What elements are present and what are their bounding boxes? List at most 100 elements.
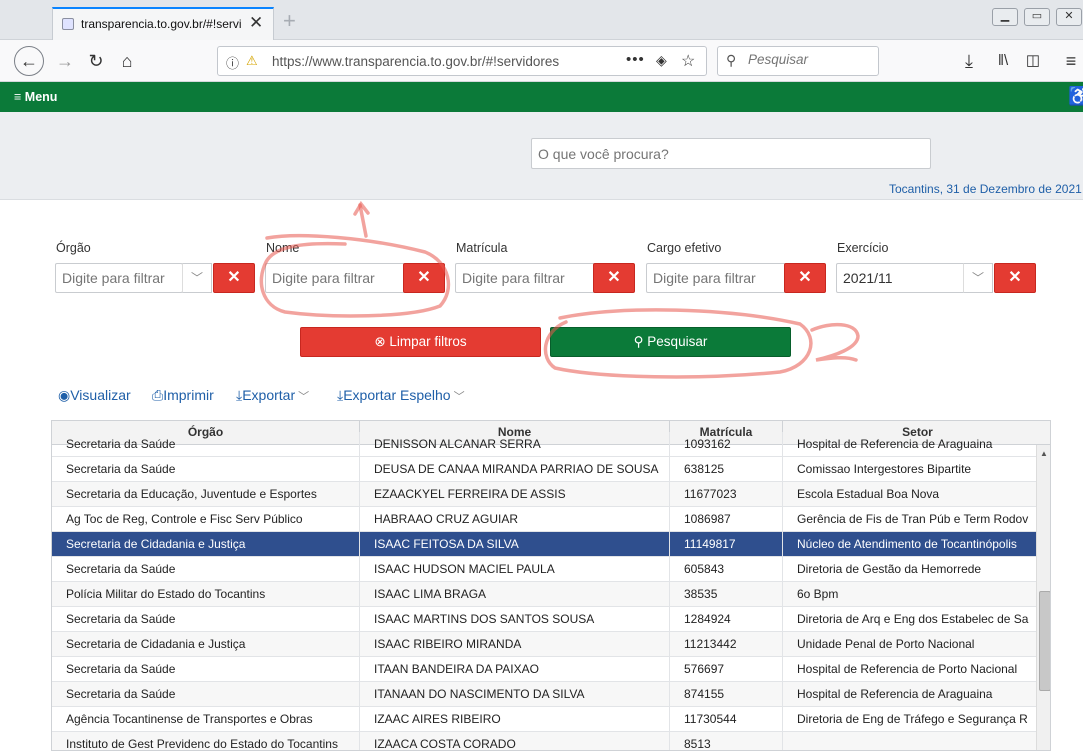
close-tab-icon[interactable]: ✕: [249, 13, 263, 33]
clear-filters-button[interactable]: ⊗ Limpar filtros: [300, 327, 541, 357]
cell-setor: Gerência de Fis de Tran Púb e Term Rodov: [797, 512, 1029, 526]
table-scrollbar[interactable]: ▲: [1036, 445, 1050, 750]
chevron-down-icon: ﹀: [295, 391, 310, 403]
cell-nome: ISAAC HUDSON MACIEL PAULA: [360, 557, 670, 582]
cell-orgao: Secretaria da Saúde: [52, 682, 360, 707]
table-row[interactable]: Agência Tocantinense de Transportes e Ob…: [52, 707, 1036, 732]
table-row[interactable]: Secretaria da Saúde DEUSA DE CANAA MIRAND…: [52, 457, 1036, 482]
cell-matricula: 11149817: [670, 532, 783, 557]
back-arrow-icon[interactable]: ←: [14, 46, 44, 76]
home-icon[interactable]: ⌂: [114, 48, 140, 74]
cell-nome: ISAAC RIBEIRO MIRANDA: [360, 632, 670, 657]
filter-matricula-label: Matrícula: [456, 241, 508, 255]
sidebar-icon[interactable]: ◫: [1020, 48, 1046, 74]
cell-nome: EZAACKYEL FERREIRA DE ASSIS: [360, 482, 670, 507]
browser-search-box[interactable]: ⚲: [717, 46, 879, 76]
browser-tab[interactable]: transparencia.to.gov.br/#!servic ✕: [52, 7, 274, 40]
menu-button[interactable]: ≡ Menu: [14, 90, 57, 104]
hamburger-menu-icon[interactable]: ≡: [1058, 48, 1083, 74]
cell-setor: Diretoria de Arq e Eng dos Estabelec de …: [797, 612, 1029, 626]
date-line: Tocantins, 31 de Dezembro de 2021: [889, 182, 1082, 196]
filter-orgao-input[interactable]: [55, 263, 183, 293]
exportar-espelho-link[interactable]: ⤓Exportar Espelho ﹀: [337, 387, 465, 404]
cell-nome: ISAAC LIMA BRAGA: [360, 582, 670, 607]
table-row[interactable]: Secretaria da Saúde ITANAAN DO NASCIMENTO…: [52, 682, 1036, 707]
printer-icon: ⎙: [152, 387, 164, 403]
table-row[interactable]: Secretaria de Cidadania e Justiça ISAAC F…: [52, 532, 1036, 557]
site-search-input[interactable]: [531, 138, 931, 169]
forward-arrow-icon[interactable]: →: [52, 48, 78, 74]
exportar-label: Exportar: [242, 387, 296, 403]
exportar-link[interactable]: ⤓Exportar ﹀: [236, 387, 309, 404]
filter-nome-input[interactable]: [265, 263, 405, 293]
clear-cargo-button[interactable]: ✕: [784, 263, 826, 293]
filter-exercicio-select[interactable]: 2021/11: [836, 263, 966, 293]
cell-matricula: 576697: [670, 657, 783, 682]
cell-setor: [783, 732, 1036, 750]
imprimir-link[interactable]: ⎙Imprimir: [152, 387, 214, 404]
maximize-window-icon[interactable]: ▭: [1024, 8, 1050, 26]
table-row[interactable]: Secretaria de Cidadania e Justiça ISAAC R…: [52, 632, 1036, 657]
cell-nome: ISAAC MARTINS DOS SANTOS SOUSA: [360, 607, 670, 632]
insecure-lock-icon[interactable]: ⚠: [246, 53, 258, 69]
cell-nome: ISAAC FEITOSA DA SILVA: [360, 532, 670, 557]
filter-cargo-input[interactable]: [646, 263, 786, 293]
bookmark-star-icon[interactable]: ☆: [681, 51, 695, 71]
cell-nome: DENISSON ALCANAR SERRA: [360, 432, 670, 457]
chevron-down-icon[interactable]: ﹀: [182, 263, 212, 293]
cell-setor: Hospital de Referencia de Araguaina: [797, 687, 993, 701]
cell-orgao: Secretaria de Cidadania e Justiça: [52, 632, 360, 657]
cell-matricula: 38535: [670, 582, 783, 607]
table-row[interactable]: Instituto de Gest Previdenc do Estado do…: [52, 732, 1036, 750]
scroll-thumb[interactable]: [1039, 591, 1050, 691]
browser-title-bar: transparencia.to.gov.br/#!servic ✕ + ▁ ▭…: [0, 0, 1083, 40]
cell-orgao: Ag Toc de Reg, Controle e Fisc Serv Públ…: [52, 507, 360, 532]
clear-orgao-button[interactable]: ✕: [213, 263, 255, 293]
scroll-up-icon[interactable]: ▲: [1040, 449, 1048, 458]
filter-matricula-input[interactable]: [455, 263, 595, 293]
table-row[interactable]: Secretaria da Saúde ISAAC HUDSON MACIEL P…: [52, 557, 1036, 582]
browser-search-input[interactable]: [748, 52, 873, 67]
cell-orgao: Secretaria da Saúde: [52, 432, 360, 457]
chevron-down-icon: ﹀: [450, 391, 465, 403]
chevron-down-icon[interactable]: ﹀: [963, 263, 993, 293]
cell-orgao: Secretaria da Saúde: [52, 657, 360, 682]
cell-nome: HABRAAO CRUZ AGUIAR: [360, 507, 670, 532]
pocket-icon[interactable]: ◈: [656, 52, 667, 69]
minimize-window-icon[interactable]: ▁: [992, 8, 1018, 26]
table-row[interactable]: Ag Toc de Reg, Controle e Fisc Serv Públ…: [52, 507, 1036, 532]
visualizar-link[interactable]: ◉Visualizar: [58, 387, 131, 404]
page-actions-icon[interactable]: •••: [626, 51, 645, 68]
new-tab-icon[interactable]: +: [283, 8, 296, 34]
table-row[interactable]: Secretaria da Saúde ISAAC MARTINS DOS SAN…: [52, 607, 1036, 632]
clear-nome-button[interactable]: ✕: [403, 263, 445, 293]
reload-icon[interactable]: ↻: [83, 48, 109, 74]
info-icon[interactable]: ⓘ: [226, 53, 239, 72]
menu-icon: ≡: [14, 90, 25, 104]
cell-matricula: 11730544: [670, 707, 783, 732]
table-row[interactable]: Secretaria da Educação, Juventude e Espo…: [52, 482, 1036, 507]
cell-orgao: Secretaria da Saúde: [52, 557, 360, 582]
cell-setor: Hospital de Referencia de Araguaina: [797, 437, 993, 451]
close-window-icon[interactable]: ✕: [1056, 8, 1082, 26]
accessibility-icon[interactable]: ♿: [1068, 86, 1083, 107]
cell-matricula: 605843: [670, 557, 783, 582]
table-row[interactable]: Polícia Militar do Estado do Tocantins IS…: [52, 582, 1036, 607]
imprimir-label: Imprimir: [163, 387, 214, 403]
cell-orgao: Secretaria da Saúde: [52, 607, 360, 632]
downloads-icon[interactable]: ⤓: [956, 48, 982, 74]
clear-matricula-button[interactable]: ✕: [593, 263, 635, 293]
table-row[interactable]: Secretaria da Saúde ITAAN BANDEIRA DA PAI…: [52, 657, 1036, 682]
cell-orgao: Instituto de Gest Previdenc do Estado do…: [52, 732, 360, 750]
search-icon: ⚲: [726, 52, 737, 68]
cell-nome: ITANAAN DO NASCIMENTO DA SILVA: [360, 682, 670, 707]
cell-setor: Comissao Intergestores Bipartite: [797, 462, 972, 476]
url-bar[interactable]: ⓘ ⚠ https://www.transparencia.to.gov.br/…: [217, 46, 707, 76]
filter-nome-label: Nome: [266, 241, 300, 255]
cell-orgao: Secretaria da Saúde: [52, 457, 360, 482]
table-row[interactable]: Secretaria da Saúde DENISSON ALCANAR SERR…: [52, 432, 1036, 457]
library-icon[interactable]: ‖\: [990, 48, 1016, 74]
search-button[interactable]: ⚲ Pesquisar: [550, 327, 791, 357]
clear-exercicio-button[interactable]: ✕: [994, 263, 1036, 293]
url-text: https://www.transparencia.to.gov.br/#!se…: [272, 54, 560, 69]
